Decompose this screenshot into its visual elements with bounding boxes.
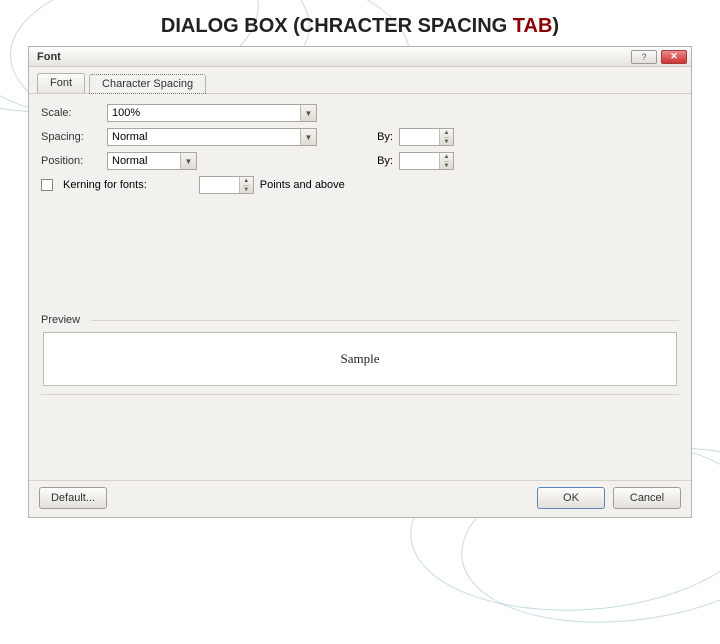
spacing-by-spinner[interactable]: ▲▼ [399, 128, 454, 146]
kerning-label: Kerning for fonts: [63, 179, 147, 191]
scale-value: 100% [112, 107, 140, 119]
slide-title: DIALOG BOX (CHRACTER SPACING TAB) [0, 15, 720, 38]
dialog-title: Font [37, 51, 627, 63]
dialog-body: Scale: 100% ▼ Spacing: Normal ▼ By: ▲▼ P… [29, 94, 691, 480]
position-combo[interactable]: Normal ▼ [107, 152, 197, 170]
stepper-icon[interactable]: ▲▼ [439, 129, 453, 145]
preview-sample-text: Sample [341, 351, 380, 367]
dialog-footer: Default... OK Cancel [29, 480, 691, 517]
default-button[interactable]: Default... [39, 487, 107, 509]
position-label: Position: [41, 155, 101, 167]
tab-character-spacing[interactable]: Character Spacing [89, 74, 206, 94]
slide-title-suffix: ) [552, 15, 559, 37]
stepper-icon[interactable]: ▲▼ [239, 177, 253, 193]
chevron-down-icon[interactable]: ▼ [180, 153, 196, 169]
kerning-checkbox[interactable] [41, 179, 53, 191]
tab-bar: Font Character Spacing [29, 67, 691, 94]
help-icon: ? [641, 52, 646, 62]
spacing-combo[interactable]: Normal ▼ [107, 128, 317, 146]
scale-label: Scale: [41, 107, 101, 119]
font-dialog: Font ? ✕ Font Character Spacing Scale: 1… [28, 46, 692, 518]
spacing-by-label: By: [369, 131, 393, 143]
kerning-spinner[interactable]: ▲▼ [199, 176, 254, 194]
position-by-spinner[interactable]: ▲▼ [399, 152, 454, 170]
slide-title-prefix: DIALOG BOX (CHRACTER SPACING [161, 15, 513, 37]
cancel-button[interactable]: Cancel [613, 487, 681, 509]
dialog-titlebar[interactable]: Font ? ✕ [29, 47, 691, 67]
stepper-icon[interactable]: ▲▼ [439, 153, 453, 169]
ok-button[interactable]: OK [537, 487, 605, 509]
divider [41, 394, 679, 395]
position-value: Normal [112, 155, 147, 167]
close-icon: ✕ [670, 51, 678, 62]
position-by-label: By: [369, 155, 393, 167]
spacing-value: Normal [112, 131, 147, 143]
chevron-down-icon[interactable]: ▼ [300, 129, 316, 145]
kerning-suffix: Points and above [260, 179, 345, 191]
scale-combo[interactable]: 100% ▼ [107, 104, 317, 122]
preview-box: Sample [43, 332, 677, 386]
help-button[interactable]: ? [631, 50, 657, 64]
preview-label: Preview [41, 314, 679, 326]
close-button[interactable]: ✕ [661, 50, 687, 64]
chevron-down-icon[interactable]: ▼ [300, 105, 316, 121]
spacing-label: Spacing: [41, 131, 101, 143]
tab-font[interactable]: Font [37, 73, 85, 93]
slide-title-tabword: TAB [513, 15, 553, 37]
